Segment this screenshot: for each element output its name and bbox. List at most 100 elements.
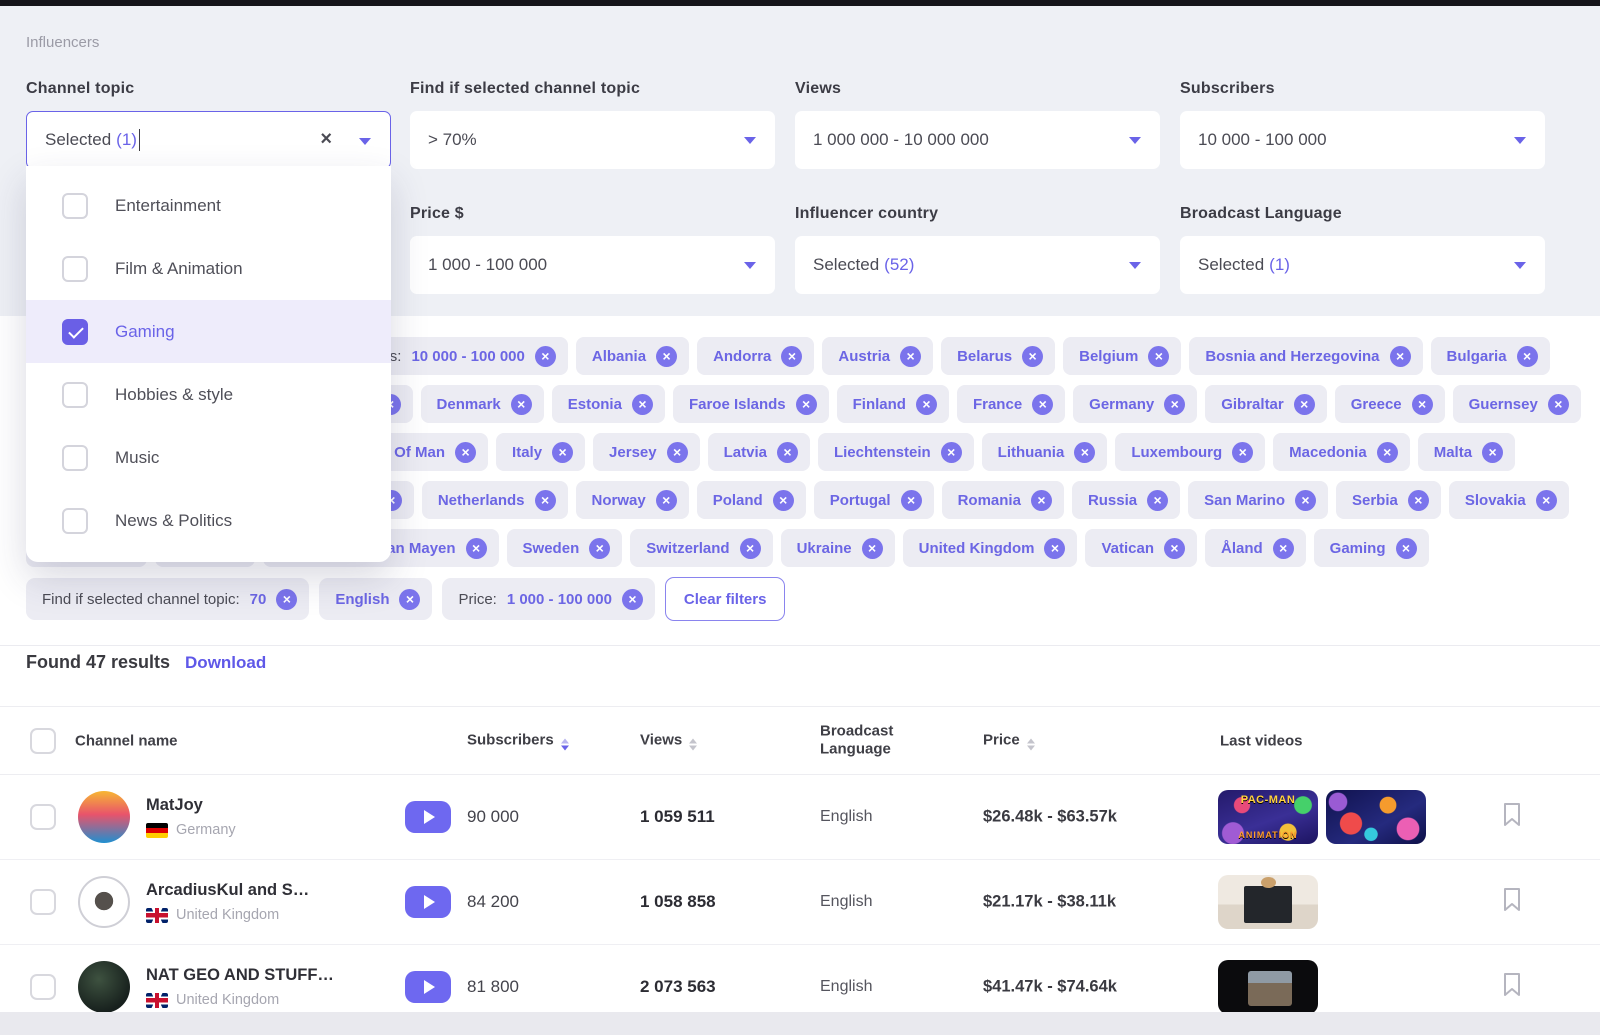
- youtube-play-button[interactable]: [405, 971, 451, 1003]
- remove-chip-icon[interactable]: ×: [276, 589, 297, 610]
- checkbox[interactable]: [62, 256, 88, 282]
- remove-chip-icon[interactable]: ×: [1412, 394, 1433, 415]
- remove-chip-icon[interactable]: ×: [1044, 538, 1065, 559]
- remove-chip-icon[interactable]: ×: [781, 346, 802, 367]
- remove-chip-icon[interactable]: ×: [1147, 490, 1168, 511]
- video-thumbnail[interactable]: [1326, 790, 1426, 844]
- sort-icon[interactable]: [1027, 738, 1035, 750]
- chevron-down-icon[interactable]: [359, 138, 371, 145]
- clear-filters-button[interactable]: Clear filters: [665, 577, 786, 621]
- price-select[interactable]: 1 000 - 100 000: [410, 236, 775, 294]
- remove-chip-icon[interactable]: ×: [1148, 346, 1169, 367]
- remove-chip-icon[interactable]: ×: [656, 346, 677, 367]
- table-row[interactable]: ArcadiusKul and S… United Kingdom 84 200…: [0, 860, 1600, 945]
- clear-selection-icon[interactable]: ×: [320, 128, 332, 151]
- video-thumbnail[interactable]: [1218, 875, 1318, 929]
- column-views[interactable]: Views: [640, 731, 697, 750]
- bookmark-icon[interactable]: [1502, 887, 1522, 912]
- remove-chip-icon[interactable]: ×: [632, 394, 653, 415]
- chip-label: Lithuania: [998, 444, 1065, 461]
- remove-chip-icon[interactable]: ×: [1032, 394, 1053, 415]
- remove-chip-icon[interactable]: ×: [535, 346, 556, 367]
- channel-name[interactable]: MatJoy: [146, 796, 376, 815]
- remove-chip-icon[interactable]: ×: [773, 490, 794, 511]
- remove-chip-icon[interactable]: ×: [916, 394, 937, 415]
- remove-chip-icon[interactable]: ×: [777, 442, 798, 463]
- remove-chip-icon[interactable]: ×: [1396, 538, 1417, 559]
- remove-chip-icon[interactable]: ×: [1548, 394, 1569, 415]
- remove-chip-icon[interactable]: ×: [1536, 490, 1557, 511]
- channel-topic-combobox[interactable]: Selected (1) ×: [26, 111, 391, 169]
- remove-chip-icon[interactable]: ×: [622, 589, 643, 610]
- remove-chip-icon[interactable]: ×: [667, 442, 688, 463]
- views-select[interactable]: 1 000 000 - 10 000 000: [795, 111, 1160, 169]
- remove-chip-icon[interactable]: ×: [900, 346, 921, 367]
- remove-chip-icon[interactable]: ×: [455, 442, 476, 463]
- remove-chip-icon[interactable]: ×: [1295, 490, 1316, 511]
- remove-chip-icon[interactable]: ×: [1164, 394, 1185, 415]
- remove-chip-icon[interactable]: ×: [1482, 442, 1503, 463]
- topic-option[interactable]: Music: [26, 426, 391, 489]
- video-thumbnail[interactable]: [1218, 960, 1318, 1014]
- remove-chip-icon[interactable]: ×: [589, 538, 610, 559]
- column-subscribers[interactable]: Subscribers: [467, 731, 569, 750]
- remove-chip-icon[interactable]: ×: [1408, 490, 1429, 511]
- column-price[interactable]: Price: [983, 731, 1035, 750]
- topic-option[interactable]: Gaming: [26, 300, 391, 363]
- checkbox[interactable]: [62, 193, 88, 219]
- country-select[interactable]: Selected (52): [795, 236, 1160, 294]
- topic-option[interactable]: Hobbies & style: [26, 363, 391, 426]
- remove-chip-icon[interactable]: ×: [941, 442, 962, 463]
- channel-info[interactable]: NAT GEO AND STUFF… United Kingdom: [146, 966, 376, 1008]
- remove-chip-icon[interactable]: ×: [1232, 442, 1253, 463]
- checkbox[interactable]: [62, 319, 88, 345]
- bookmark-icon[interactable]: [1502, 802, 1522, 827]
- language-select[interactable]: Selected (1): [1180, 236, 1545, 294]
- remove-chip-icon[interactable]: ×: [1294, 394, 1315, 415]
- remove-chip-icon[interactable]: ×: [1074, 442, 1095, 463]
- remove-chip-icon[interactable]: ×: [1031, 490, 1052, 511]
- remove-chip-icon[interactable]: ×: [552, 442, 573, 463]
- channel-info[interactable]: MatJoy Germany: [146, 796, 376, 838]
- topic-percent-select[interactable]: > 70%: [410, 111, 775, 169]
- channel-name[interactable]: NAT GEO AND STUFF…: [146, 966, 376, 985]
- row-checkbox[interactable]: [30, 889, 56, 915]
- checkbox[interactable]: [62, 445, 88, 471]
- remove-chip-icon[interactable]: ×: [466, 538, 487, 559]
- topic-option[interactable]: Entertainment: [26, 174, 391, 237]
- channel-info[interactable]: ArcadiusKul and S… United Kingdom: [146, 881, 376, 923]
- sort-icon[interactable]: [561, 738, 569, 750]
- remove-chip-icon[interactable]: ×: [796, 394, 817, 415]
- subscribers-select[interactable]: 10 000 - 100 000: [1180, 111, 1545, 169]
- remove-chip-icon[interactable]: ×: [1377, 442, 1398, 463]
- remove-chip-icon[interactable]: ×: [1390, 346, 1411, 367]
- remove-chip-icon[interactable]: ×: [656, 490, 677, 511]
- table-row[interactable]: MatJoy Germany 90 000 1 059 511 English …: [0, 775, 1600, 860]
- youtube-play-button[interactable]: [405, 886, 451, 918]
- remove-chip-icon[interactable]: ×: [862, 538, 883, 559]
- remove-chip-icon[interactable]: ×: [740, 538, 761, 559]
- video-thumbnail[interactable]: PAC-MANANIMATION: [1218, 790, 1318, 844]
- remove-chip-icon[interactable]: ×: [901, 490, 922, 511]
- topic-option[interactable]: News & Politics: [26, 489, 391, 552]
- remove-chip-icon[interactable]: ×: [1022, 346, 1043, 367]
- download-link[interactable]: Download: [185, 653, 266, 673]
- active-filters-row: Find if selected channel topic:70×Englis…: [26, 577, 1590, 621]
- select-all-checkbox[interactable]: [30, 728, 56, 754]
- row-checkbox[interactable]: [30, 974, 56, 1000]
- youtube-play-button[interactable]: [405, 801, 451, 833]
- remove-chip-icon[interactable]: ×: [1517, 346, 1538, 367]
- remove-chip-icon[interactable]: ×: [1273, 538, 1294, 559]
- checkbox[interactable]: [62, 508, 88, 534]
- remove-chip-icon[interactable]: ×: [511, 394, 532, 415]
- bookmark-icon[interactable]: [1502, 972, 1522, 997]
- channel-name[interactable]: ArcadiusKul and S…: [146, 881, 376, 900]
- sort-icon[interactable]: [689, 738, 697, 750]
- chip-label: Finland: [853, 396, 906, 413]
- remove-chip-icon[interactable]: ×: [399, 589, 420, 610]
- remove-chip-icon[interactable]: ×: [1164, 538, 1185, 559]
- checkbox[interactable]: [62, 382, 88, 408]
- topic-option[interactable]: Film & Animation: [26, 237, 391, 300]
- row-checkbox[interactable]: [30, 804, 56, 830]
- remove-chip-icon[interactable]: ×: [535, 490, 556, 511]
